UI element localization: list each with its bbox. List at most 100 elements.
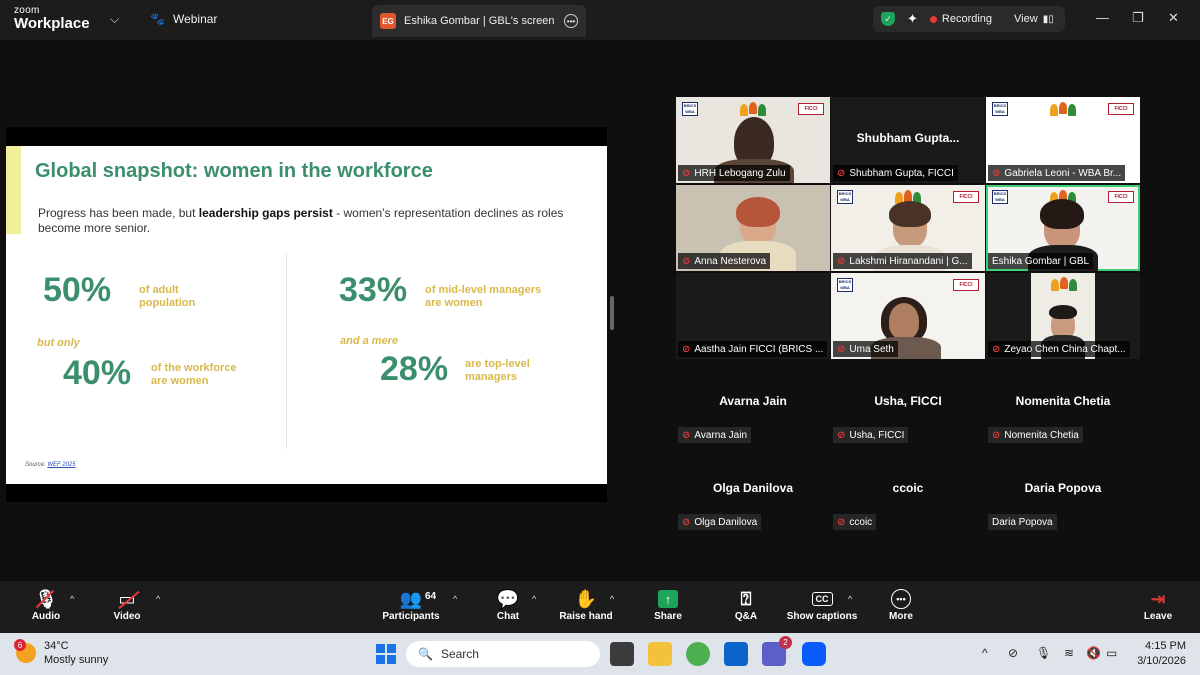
video-button[interactable]: ▭ Video <box>108 587 146 623</box>
restore-button[interactable]: ❐ <box>1132 10 1144 26</box>
view-button[interactable]: View ▮▯ <box>1014 13 1054 25</box>
wifi-icon[interactable]: ≋ <box>1064 646 1074 660</box>
share-screen-icon: ↑ <box>658 590 678 608</box>
participants-options-chevron-icon[interactable]: ^ <box>453 594 457 604</box>
shared-screen-tab[interactable]: EG Eshika Gombar | GBL's screen ••• <box>372 5 586 37</box>
lotus-emblem <box>740 100 766 118</box>
participant-name-plate: ⊘ Zeyao Chen China Chapt... <box>988 341 1130 357</box>
weather-widget[interactable]: 6 34°C Mostly sunny <box>14 639 108 667</box>
audio-participant-plate[interactable]: Daria Popova <box>988 514 1057 530</box>
taskbar-search[interactable]: 🔍 Search <box>406 641 600 667</box>
stat-40-desc-line2: are women <box>151 375 209 387</box>
qa-button[interactable]: ⍰ Q&A <box>732 587 760 623</box>
slide-divider <box>286 254 287 449</box>
clock-date: 3/10/2026 <box>1137 655 1186 667</box>
video-options-chevron-icon[interactable]: ^ <box>156 594 160 604</box>
battery-icon[interactable]: ▭ <box>1106 646 1117 660</box>
chat-options-chevron-icon[interactable]: ^ <box>532 594 536 604</box>
video-tile[interactable]: BRICS WBA FICCI ⊘ Uma Seth <box>831 273 985 359</box>
participant-name: Olga Danilova <box>694 516 758 528</box>
stat-40-value: 40% <box>63 354 132 392</box>
security-shield-icon[interactable]: ✓ <box>881 12 895 26</box>
mic-muted-icon: ⊘ <box>837 255 846 267</box>
audio-participant-title: Usha, FICCI <box>874 394 942 408</box>
participant-hair <box>736 197 780 227</box>
mic-muted-icon: ⊘ <box>682 343 691 355</box>
audio-participant-plate[interactable]: ⊘ ccoic <box>833 514 877 530</box>
audio-participant-plate[interactable]: ⊘ Olga Danilova <box>678 514 762 530</box>
participant-name-plate: ⊘ Anna Nesterova <box>678 253 771 269</box>
zoom-logo: zoom Workplace <box>14 6 90 32</box>
sunny-weather-icon: 6 <box>14 639 36 663</box>
audio-label: Audio <box>31 611 61 622</box>
participant-name: Shubham Gupta, FICCI <box>849 167 954 179</box>
zoom-app-icon[interactable] <box>802 642 826 666</box>
close-button[interactable]: ✕ <box>1168 10 1179 26</box>
task-view-icon[interactable] <box>610 642 634 666</box>
participant-name-plate: ⊘ Lakshmi Hiranandani | G... <box>833 253 972 269</box>
more-options-icon[interactable]: ••• <box>564 14 578 28</box>
captions-icon-text: CC <box>811 592 833 606</box>
and-a-mere-label: and a mere <box>340 335 399 347</box>
captions-options-chevron-icon[interactable]: ^ <box>848 594 852 604</box>
chat-button[interactable]: 💬 Chat <box>494 587 522 623</box>
share-button[interactable]: ↑ Share <box>652 587 684 622</box>
recording-label[interactable]: Recording <box>942 13 992 25</box>
participant-name: Zeyao Chen China Chapt... <box>1004 343 1126 355</box>
slide-subtitle: Progress has been made, but leadership g… <box>38 206 568 236</box>
mic-muted-icon: ⊘ <box>992 429 1001 441</box>
stat-33-desc: of mid-level managers are women <box>425 284 541 310</box>
participant-name: ccoic <box>849 516 873 528</box>
video-tile[interactable]: Shubham Gupta... ⊘ Shubham Gupta, FICCI <box>831 97 985 183</box>
leave-button[interactable]: ⇥ Leave <box>1142 587 1174 623</box>
volume-muted-icon[interactable]: 🔇 <box>1086 646 1101 660</box>
audio-options-chevron-icon[interactable]: ^ <box>70 594 74 604</box>
ficci-logo: FICCI <box>953 191 979 203</box>
more-button[interactable]: ••• More <box>886 587 916 622</box>
ficci-logo: FICCI <box>1108 103 1134 115</box>
slide-accent-bar <box>6 146 21 234</box>
audio-participant-plate[interactable]: ⊘ Avarna Jain <box>678 427 752 443</box>
file-explorer-icon[interactable] <box>648 642 672 666</box>
video-label: Video <box>113 611 141 622</box>
show-hidden-icons-chevron-icon[interactable]: ^ <box>982 646 988 660</box>
participant-name-plate: ⊘ Aastha Jain FICCI (BRICS ... <box>678 341 828 357</box>
video-tile[interactable]: BRICS WBA FICCI ⊘ Lakshmi Hiranandani | … <box>831 185 985 271</box>
video-tile[interactable]: ⊘ Anna Nesterova <box>676 185 830 271</box>
video-tile[interactable]: ⊘ Zeyao Chen China Chapt... <box>986 273 1140 359</box>
show-captions-button[interactable]: CC Show captions <box>786 587 858 622</box>
outlook-icon[interactable] <box>724 642 748 666</box>
logo-line-2: Workplace <box>14 15 90 32</box>
panel-resize-handle[interactable] <box>610 296 614 330</box>
source-link[interactable]: WEF 2025 <box>47 462 75 468</box>
ai-companion-icon[interactable]: ✦ <box>907 11 918 27</box>
teams-icon[interactable]: 2 <box>762 636 792 666</box>
meeting-status-bar: ✓ ✦ Recording View ▮▯ <box>873 6 1065 32</box>
chat-icon: 💬 <box>496 588 520 609</box>
more-icon: ••• <box>886 587 916 611</box>
chevron-down-icon[interactable]: ⌵ <box>110 12 119 27</box>
microphone-icon[interactable]: 🎙 <box>1036 646 1051 660</box>
reactions-chevron-icon[interactable]: ^ <box>610 594 614 604</box>
webinar-menu[interactable]: 🐾 Webinar <box>150 12 217 26</box>
presentation-slide: Global snapshot: women in the workforce … <box>6 146 607 484</box>
video-tile[interactable]: BRICS WBA FICCI ⊘ HRH Lebogang Zulu <box>676 97 830 183</box>
windows-start-icon[interactable] <box>376 644 396 664</box>
participants-count: 64 <box>425 591 437 602</box>
participant-name-plate: ⊘ Shubham Gupta, FICCI <box>833 165 958 181</box>
raise-hand-button[interactable]: ✋ Raise hand <box>558 587 614 623</box>
system-clock[interactable]: 4:15 PM 3/10/2026 <box>1137 639 1186 669</box>
mic-muted-icon: ⊘ <box>682 167 691 179</box>
video-tile[interactable]: ⊘ Aastha Jain FICCI (BRICS ... <box>676 273 830 359</box>
audio-participant-title: Olga Danilova <box>712 481 794 495</box>
audio-button[interactable]: 🎙 Audio <box>28 587 64 623</box>
participant-name: Usha, FICCI <box>849 429 905 441</box>
mic-muted-icon: 🎙 <box>28 587 64 611</box>
minimize-button[interactable]: — <box>1096 10 1109 25</box>
video-tile-active-speaker[interactable]: BRICS WBA FICCI Eshika Gombar | GBL <box>986 185 1140 271</box>
network-status-icon[interactable]: ⊘ <box>1008 646 1018 660</box>
chrome-icon[interactable] <box>686 642 710 666</box>
audio-participant-plate[interactable]: ⊘ Nomenita Chetia <box>988 427 1083 443</box>
video-tile[interactable]: BRICS WBA FICCI ⊘ Gabriela Leoni - WBA B… <box>986 97 1140 183</box>
audio-participant-plate[interactable]: ⊘ Usha, FICCI <box>833 427 909 443</box>
